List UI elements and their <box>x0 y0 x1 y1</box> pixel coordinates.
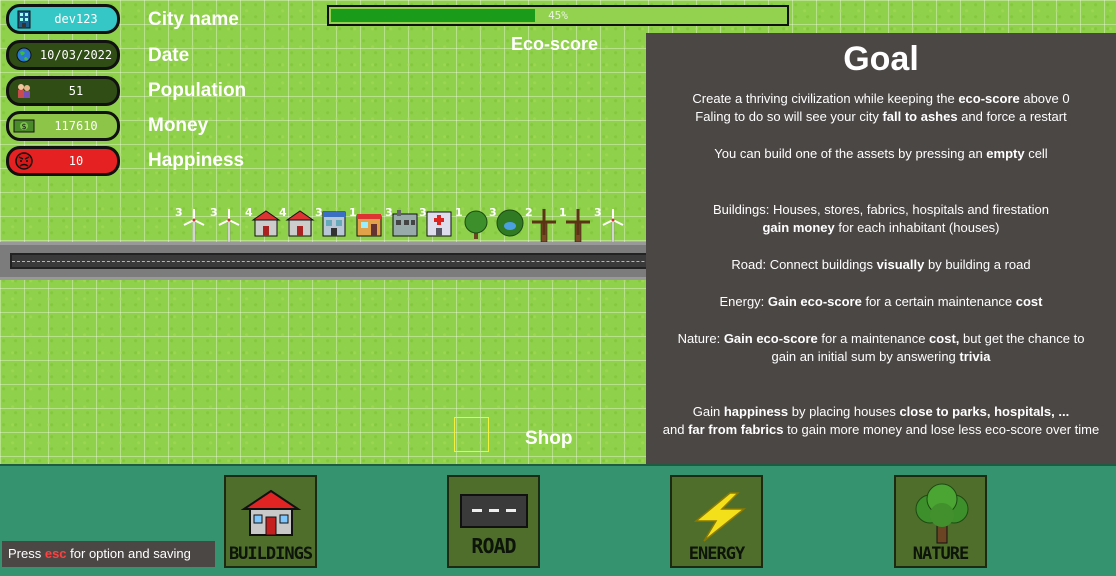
road-label: ROAD <box>471 534 516 558</box>
building-icon <box>13 8 35 30</box>
esc-hint: Press esc for option and saving <box>2 541 215 567</box>
asset-slot[interactable]: 1 <box>559 206 593 242</box>
globe-icon <box>13 44 35 66</box>
asset-count: 3 <box>210 206 218 219</box>
population-value: 51 <box>68 84 84 98</box>
asset-slot[interactable]: 1 <box>349 206 383 242</box>
asset-slot[interactable]: 3 <box>594 206 628 242</box>
asset-slot[interactable]: 3 <box>489 206 524 242</box>
selected-cell[interactable] <box>454 417 489 452</box>
asset-slot[interactable]: 3 <box>385 206 419 242</box>
population-field: 51 <box>6 76 120 106</box>
goal-paragraph-build: You can build one of the assets by press… <box>714 146 1048 161</box>
asset-slot[interactable]: 2 <box>525 206 559 242</box>
goal-panel: Goal Create a thriving civilization whil… <box>646 33 1116 464</box>
city-name-value: dev123 <box>54 12 98 26</box>
eco-score-percent: 45% <box>548 9 568 22</box>
angry-face-icon <box>13 150 35 172</box>
money-field: $ 117610 <box>6 111 120 141</box>
goal-paragraph-energy: Energy: Gain eco-score for a certain mai… <box>719 294 1043 309</box>
house-icon <box>240 489 302 536</box>
shop-label: Shop <box>525 428 573 449</box>
asset-count: 3 <box>594 206 602 219</box>
asset-count: 1 <box>559 206 567 219</box>
nature-label: NATURE <box>912 544 969 564</box>
happiness-value: 10 <box>68 154 84 168</box>
date-label: Date <box>148 45 190 66</box>
asset-count: 3 <box>385 206 393 219</box>
asset-slot[interactable]: 4 <box>279 206 315 242</box>
svg-text:$: $ <box>21 122 26 131</box>
road-button[interactable]: ROAD <box>447 475 540 568</box>
lightning-icon <box>693 492 747 542</box>
money-value: 117610 <box>54 119 98 133</box>
tree-icon <box>915 483 969 544</box>
buildings-button[interactable]: BUILDINGS <box>224 475 317 568</box>
happiness-field: 10 <box>6 146 120 176</box>
city-name-label: City name <box>148 9 239 30</box>
date-value: 10/03/2022 <box>39 48 113 62</box>
asset-count: 3 <box>489 206 497 219</box>
city-name-field: dev123 <box>6 4 120 34</box>
asset-count: 3 <box>175 206 183 219</box>
asset-count: 1 <box>455 206 463 219</box>
asset-slot[interactable]: 3 <box>210 206 244 242</box>
asset-count: 4 <box>279 206 287 219</box>
eco-score-bar: 45% <box>327 5 789 26</box>
buildings-label: BUILDINGS <box>228 544 313 564</box>
goal-paragraph-intro: Create a thriving civilization while kee… <box>692 91 1070 124</box>
energy-label: ENERGY <box>688 544 745 564</box>
asset-count: 2 <box>525 206 533 219</box>
asset-slot[interactable]: 3 <box>315 206 349 242</box>
asset-slot[interactable]: 3 <box>419 206 453 242</box>
goal-paragraph-road: Road: Connect buildings visually by buil… <box>731 257 1031 272</box>
happiness-label: Happiness <box>148 150 245 171</box>
asset-slot[interactable]: 4 <box>245 206 281 242</box>
esc-key-hint: esc <box>44 546 67 561</box>
energy-button[interactable]: ENERGY <box>670 475 763 568</box>
date-field: 10/03/2022 <box>6 40 120 70</box>
asset-count: 3 <box>315 206 323 219</box>
asset-count: 1 <box>349 206 357 219</box>
banknote-icon: $ <box>13 115 35 137</box>
asset-slot[interactable]: 1 <box>455 206 489 242</box>
population-label: Population <box>148 80 247 101</box>
eco-score-label: Eco-score <box>511 34 599 54</box>
road-icon <box>460 494 528 528</box>
asset-count: 3 <box>419 206 427 219</box>
goal-paragraph-happiness: Gain happiness by placing houses close t… <box>662 404 1100 437</box>
asset-count: 4 <box>245 206 253 219</box>
asset-slot[interactable]: 3 <box>175 206 209 242</box>
money-label: Money <box>148 115 209 136</box>
goal-paragraph-nature: Nature: Gain eco-score for a maintenance… <box>677 331 1085 364</box>
goal-title: Goal <box>843 40 919 78</box>
goal-paragraph-buildings: Buildings: Houses, stores, fabrics, hosp… <box>712 202 1049 235</box>
nature-button[interactable]: NATURE <box>894 475 987 568</box>
people-icon <box>13 80 35 102</box>
